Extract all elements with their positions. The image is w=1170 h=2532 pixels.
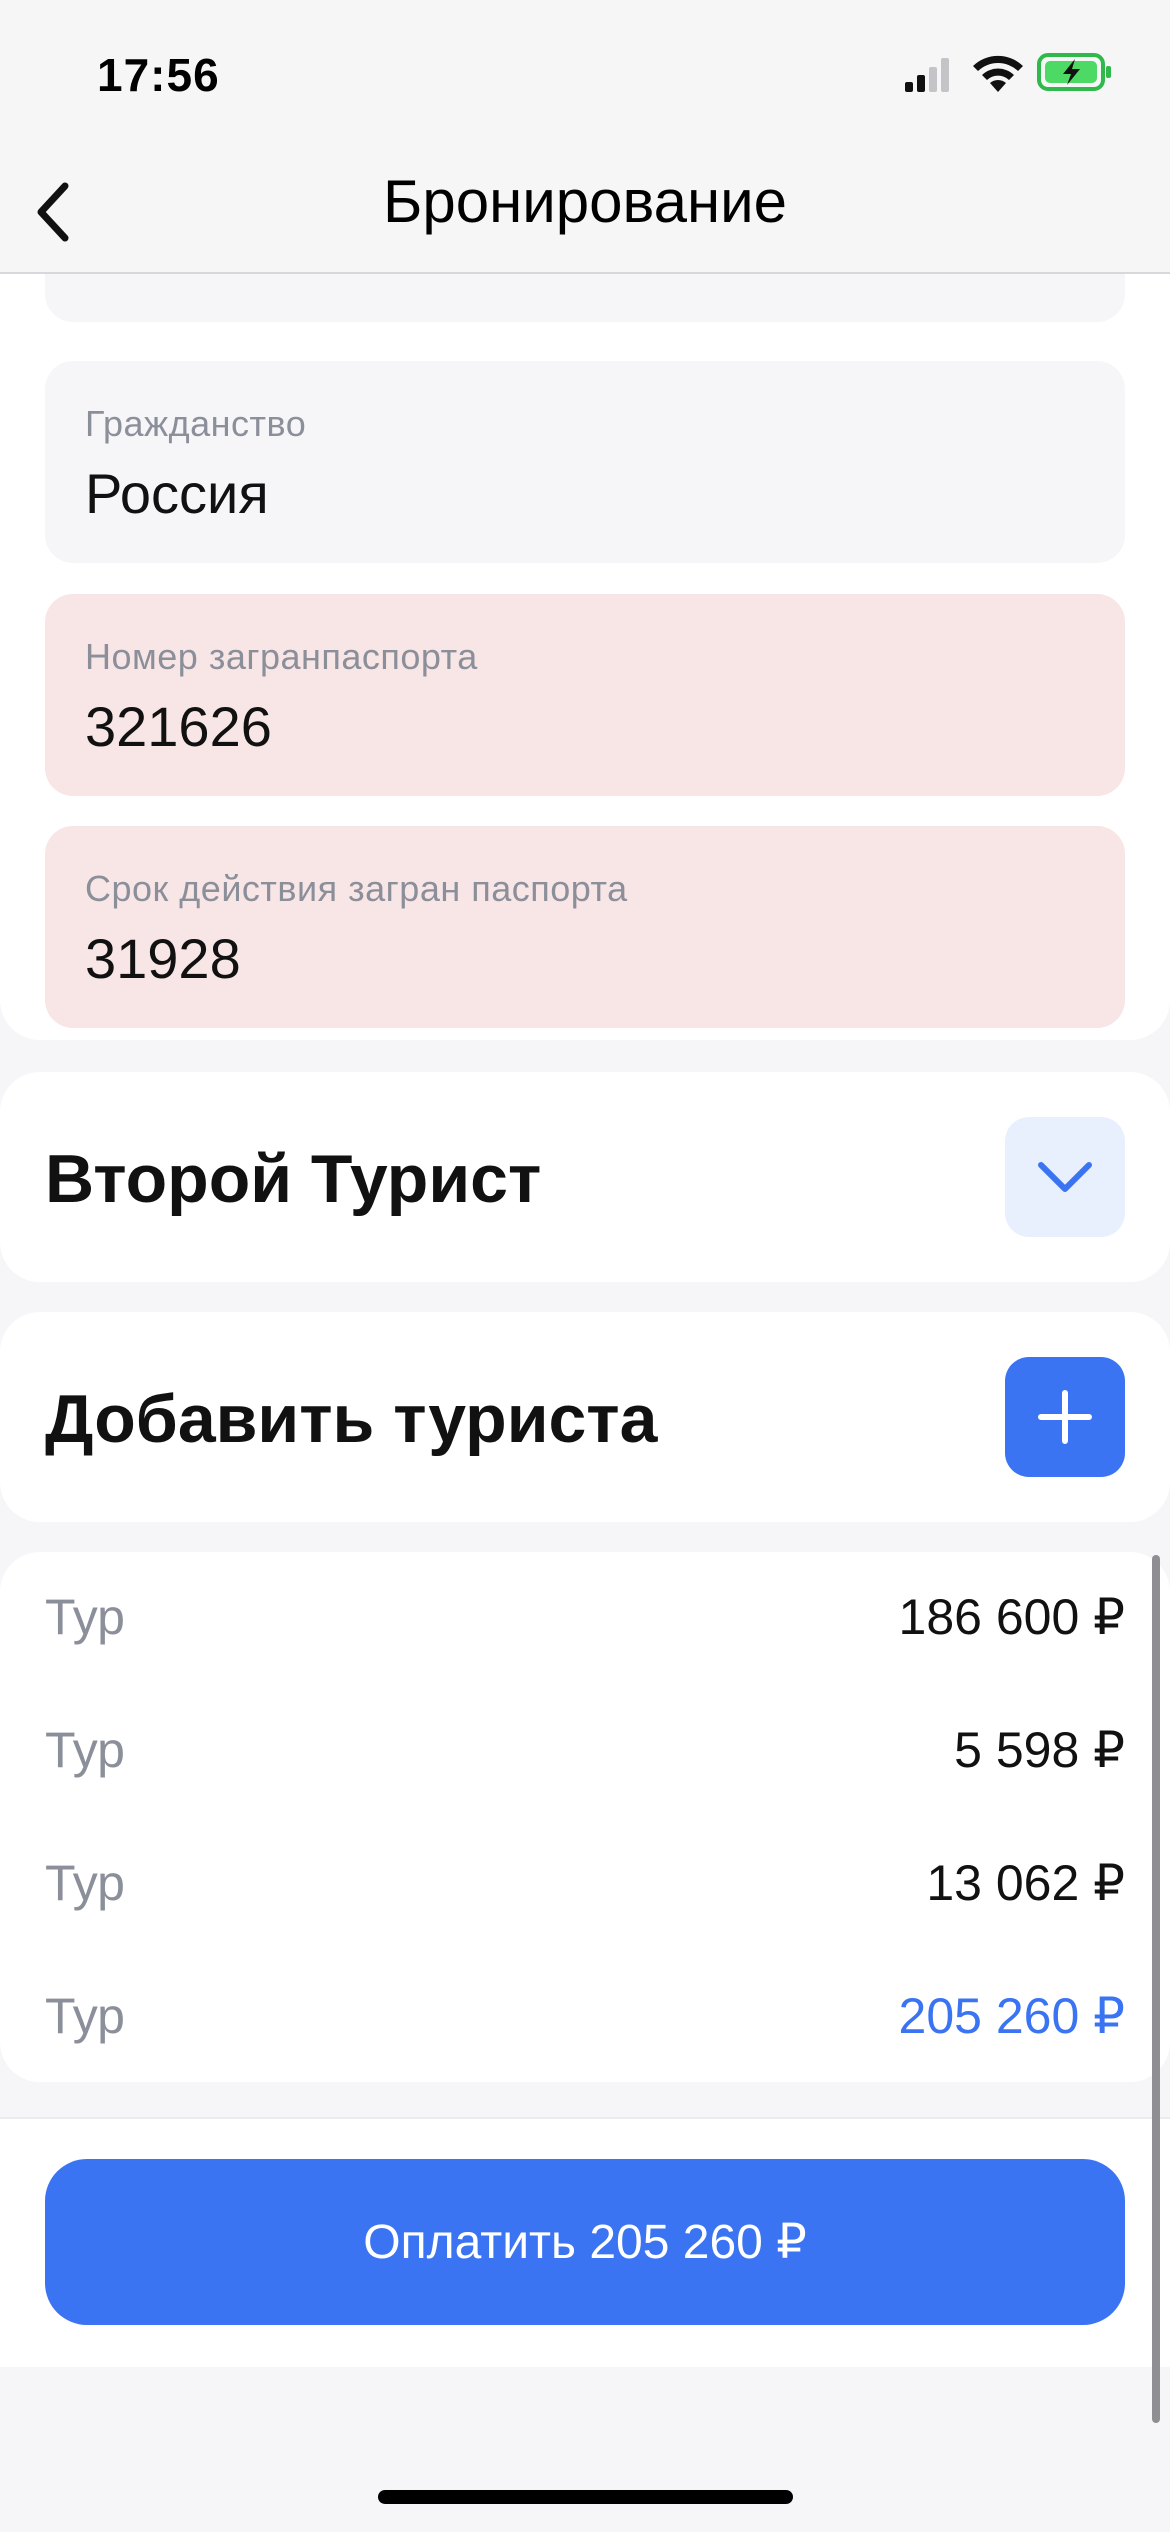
price-row: Тур 5 598 ₽ <box>45 1721 1125 1801</box>
second-tourist-title: Второй Турист <box>45 1141 542 1217</box>
second-tourist-card[interactable]: Второй Турист <box>0 1072 1170 1282</box>
price-value: 186 600 ₽ <box>898 1589 1125 1645</box>
add-tourist-button[interactable] <box>1005 1357 1125 1477</box>
first-tourist-card: Гражданство Россия Номер загранпаспорта … <box>0 172 1170 1040</box>
plus-icon <box>1038 1390 1092 1444</box>
price-row: Тур 13 062 ₽ <box>45 1854 1125 1934</box>
status-time: 17:56 <box>97 49 220 101</box>
chevron-down-icon <box>1038 1162 1092 1192</box>
citizenship-value: Россия <box>85 462 269 525</box>
navigation-bar: Бронирование <box>0 150 1170 274</box>
cellular-signal-icon <box>905 58 949 92</box>
passport-expiry-value: 31928 <box>85 927 241 990</box>
total-price-value: 205 260 ₽ <box>898 1988 1125 2044</box>
passport-number-value: 321626 <box>85 695 272 758</box>
wifi-icon <box>973 55 1023 92</box>
price-summary-card: Тур 186 600 ₽ Тур 5 598 ₽ Тур 13 062 ₽ Т… <box>0 1552 1170 2082</box>
home-indicator[interactable] <box>378 2490 793 2504</box>
price-label: Тур <box>45 1722 125 1778</box>
page-title: Бронирование <box>382 168 788 235</box>
battery-charging-icon <box>1037 53 1111 91</box>
citizenship-label: Гражданство <box>85 403 307 444</box>
passport-expiry-field[interactable]: Срок действия загран паспорта 31928 <box>45 826 1125 1028</box>
expand-second-tourist-button[interactable] <box>1005 1117 1125 1237</box>
add-tourist-title: Добавить туриста <box>45 1381 658 1457</box>
price-label: Тур <box>45 1589 125 1645</box>
booking-screen: 17:56 Бронирование Гражданство Россия Но… <box>0 0 1170 2532</box>
price-value: 13 062 ₽ <box>926 1855 1125 1911</box>
status-bar: 17:56 <box>0 0 1170 150</box>
price-value: 5 598 ₽ <box>954 1722 1125 1778</box>
total-price-row: Тур 205 260 ₽ <box>45 1987 1125 2067</box>
pay-button[interactable]: Оплатить 205 260 ₽ <box>45 2159 1125 2325</box>
passport-number-label: Номер загранпаспорта <box>85 636 478 677</box>
price-label: Тур <box>45 1988 125 2044</box>
passport-expiry-label: Срок действия загран паспорта <box>85 868 628 909</box>
add-tourist-card[interactable]: Добавить туриста <box>0 1312 1170 1522</box>
scrollbar[interactable] <box>1152 1555 1160 2423</box>
pay-footer: Оплатить 205 260 ₽ <box>0 2117 1170 2367</box>
passport-number-field[interactable]: Номер загранпаспорта 321626 <box>45 594 1125 796</box>
citizenship-field[interactable]: Гражданство Россия <box>45 361 1125 563</box>
price-row: Тур 186 600 ₽ <box>45 1588 1125 1668</box>
price-label: Тур <box>45 1855 125 1911</box>
